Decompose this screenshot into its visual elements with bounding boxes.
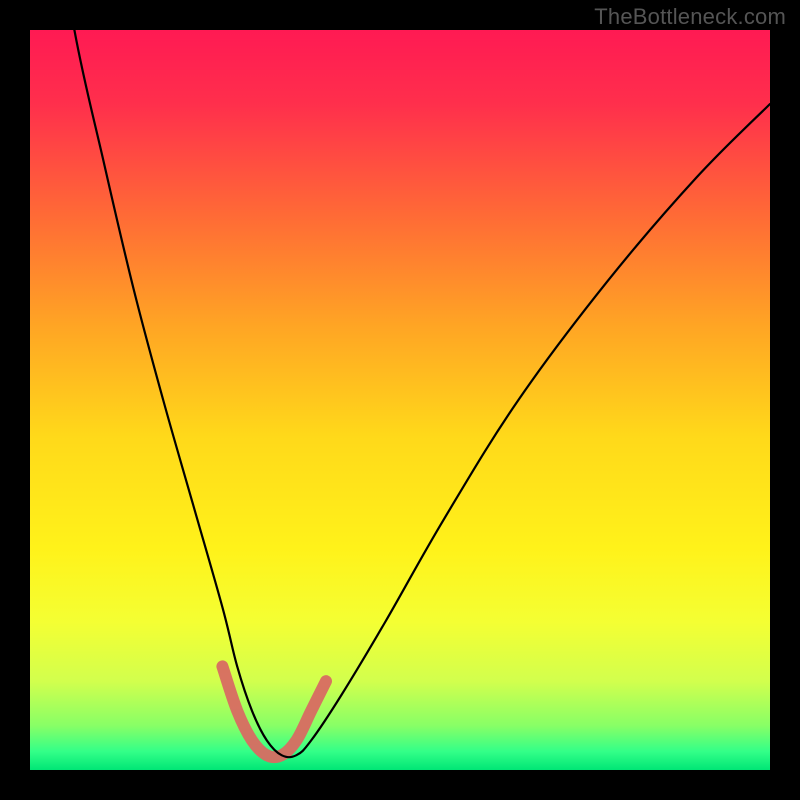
plot-area	[30, 30, 770, 770]
curve-layer	[30, 30, 770, 770]
watermark-text: TheBottleneck.com	[594, 4, 786, 30]
bottleneck-curve	[30, 30, 770, 757]
highlight-segment	[222, 666, 326, 757]
chart-frame: TheBottleneck.com	[0, 0, 800, 800]
